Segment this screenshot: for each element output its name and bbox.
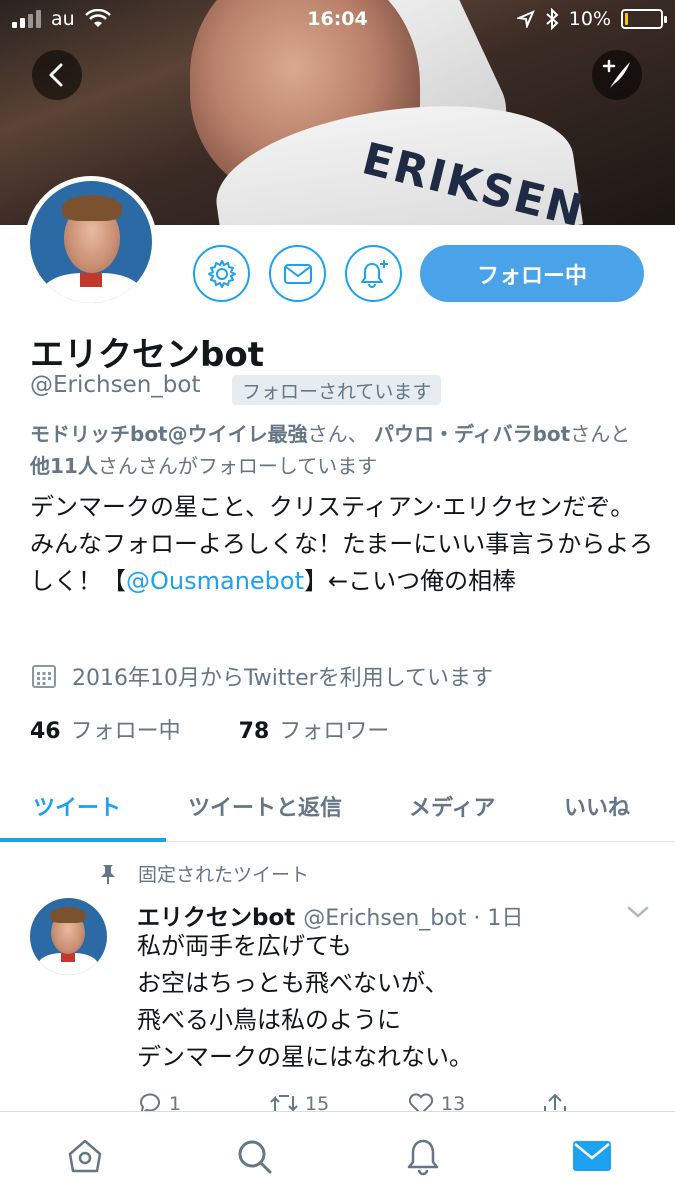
followed-by-user2[interactable]: パウロ・ディバラbot	[374, 422, 570, 446]
tab-tweets[interactable]: ツイート	[33, 770, 121, 842]
back-button[interactable]	[32, 50, 82, 100]
followed-by-user1[interactable]: モドリッチbot@ウイイレ最強	[30, 422, 308, 446]
share-icon	[544, 1093, 566, 1112]
tab-likes[interactable]: いいね	[564, 770, 630, 842]
follows-you-badge: フォローされています	[232, 375, 442, 405]
pinned-label: 固定されたツイート	[98, 860, 309, 887]
reply-button[interactable]: 1	[137, 1092, 181, 1112]
tweet-text: 私が両手を広げても お空はちっとも飛べないが、 飛べる小鳥は私のように デンマー…	[137, 932, 473, 1071]
reply-icon	[139, 1093, 160, 1112]
settings-button[interactable]	[193, 245, 250, 302]
followed-by-text[interactable]: モドリッチbot@ウイイレ最強さん、 パウロ・ディバラbotさんと他11人さんさ…	[30, 418, 650, 482]
back-arrow-icon	[49, 63, 63, 87]
mail-icon	[573, 1141, 611, 1171]
messages-tab[interactable]	[570, 1134, 614, 1178]
following-button[interactable]: フォロー中	[420, 245, 644, 302]
profile-avatar[interactable]	[25, 176, 157, 308]
follow-stats: 46 フォロー中 78 フォロワー	[30, 713, 389, 745]
following-stat[interactable]: 46 フォロー中	[30, 713, 181, 745]
home-tab[interactable]	[63, 1134, 107, 1178]
location-icon	[516, 10, 535, 28]
tweet-header: エリクセンbot @Erichsen_bot · 1日	[137, 898, 523, 932]
profile-bio: デンマークの星こと、クリスティアン·エリクセンだぞ。みんなフォローよろしくな！た…	[30, 493, 654, 595]
profile-tabs: ツイート ツイートと返信 メディア いいね	[0, 770, 675, 842]
bell-icon	[407, 1139, 439, 1176]
joined-date: 2016年10月からTwitterを利用しています	[30, 660, 493, 692]
followed-by-others[interactable]: 他11人	[30, 454, 98, 478]
tab-media[interactable]: メディア	[409, 770, 495, 842]
bottom-tab-bar	[0, 1111, 675, 1200]
tweet-author-avatar[interactable]	[30, 898, 107, 975]
pin-icon	[101, 864, 115, 884]
gear-icon	[207, 259, 236, 288]
message-button[interactable]	[269, 245, 326, 302]
envelope-icon	[283, 263, 312, 284]
profile-name: エリクセンbot	[30, 335, 264, 375]
tweet-author-name[interactable]: エリクセンbot	[137, 898, 295, 932]
bluetooth-icon	[546, 8, 559, 30]
bio-mention-link[interactable]: @Ousmanebot	[126, 567, 304, 595]
like-button[interactable]: 13	[407, 1092, 465, 1112]
battery-icon	[621, 9, 667, 29]
search-tab[interactable]	[232, 1134, 276, 1178]
profile-handle: @Erichsen_bot	[30, 372, 201, 398]
compose-tweet-button[interactable]	[592, 50, 642, 100]
chevron-down-icon[interactable]	[626, 904, 650, 920]
home-icon	[68, 1139, 102, 1173]
compose-tweet-icon	[602, 59, 630, 88]
battery-percent: 10%	[568, 8, 611, 30]
tweet-actions: 1 15 13	[137, 1086, 607, 1112]
search-icon	[238, 1140, 272, 1174]
heart-icon	[408, 1093, 434, 1112]
calendar-icon	[32, 665, 56, 688]
active-tab-indicator	[0, 838, 166, 842]
bell-plus-icon	[360, 259, 388, 288]
share-button[interactable]	[542, 1092, 568, 1112]
tab-tweets-and-replies[interactable]: ツイートと返信	[188, 770, 342, 842]
notifications-tab[interactable]	[401, 1134, 445, 1178]
retweet-button[interactable]: 15	[269, 1092, 329, 1112]
status-bar: au 16:04 10%	[0, 0, 675, 40]
notifications-toggle-button[interactable]	[345, 245, 402, 302]
retweet-icon	[270, 1095, 298, 1112]
followers-stat[interactable]: 78 フォロワー	[239, 713, 390, 745]
